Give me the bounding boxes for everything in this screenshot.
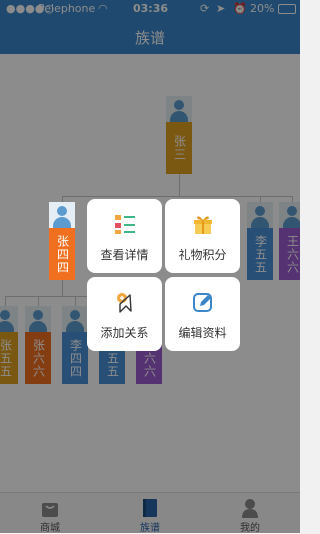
menu-label: 查看详情 <box>100 248 149 262</box>
menu-gift-points[interactable]: 礼物积分 <box>165 199 240 273</box>
selected-node-highlight: 张四四 <box>49 202 75 280</box>
details-list-icon <box>115 215 135 234</box>
menu-edit-profile[interactable]: 编辑资料 <box>165 277 240 351</box>
menu-view-details[interactable]: 查看详情 <box>87 199 162 273</box>
node-name: 张四四 <box>49 228 75 280</box>
menu-label: 添加关系 <box>100 326 149 340</box>
menu-label: 礼物积分 <box>178 248 227 262</box>
menu-label: 编辑资料 <box>178 326 227 340</box>
menu-add-relation[interactable]: 添加关系 <box>87 277 162 351</box>
add-relation-icon <box>117 293 132 313</box>
edit-icon <box>193 293 212 312</box>
gift-icon <box>194 216 212 234</box>
avatar <box>49 202 75 228</box>
